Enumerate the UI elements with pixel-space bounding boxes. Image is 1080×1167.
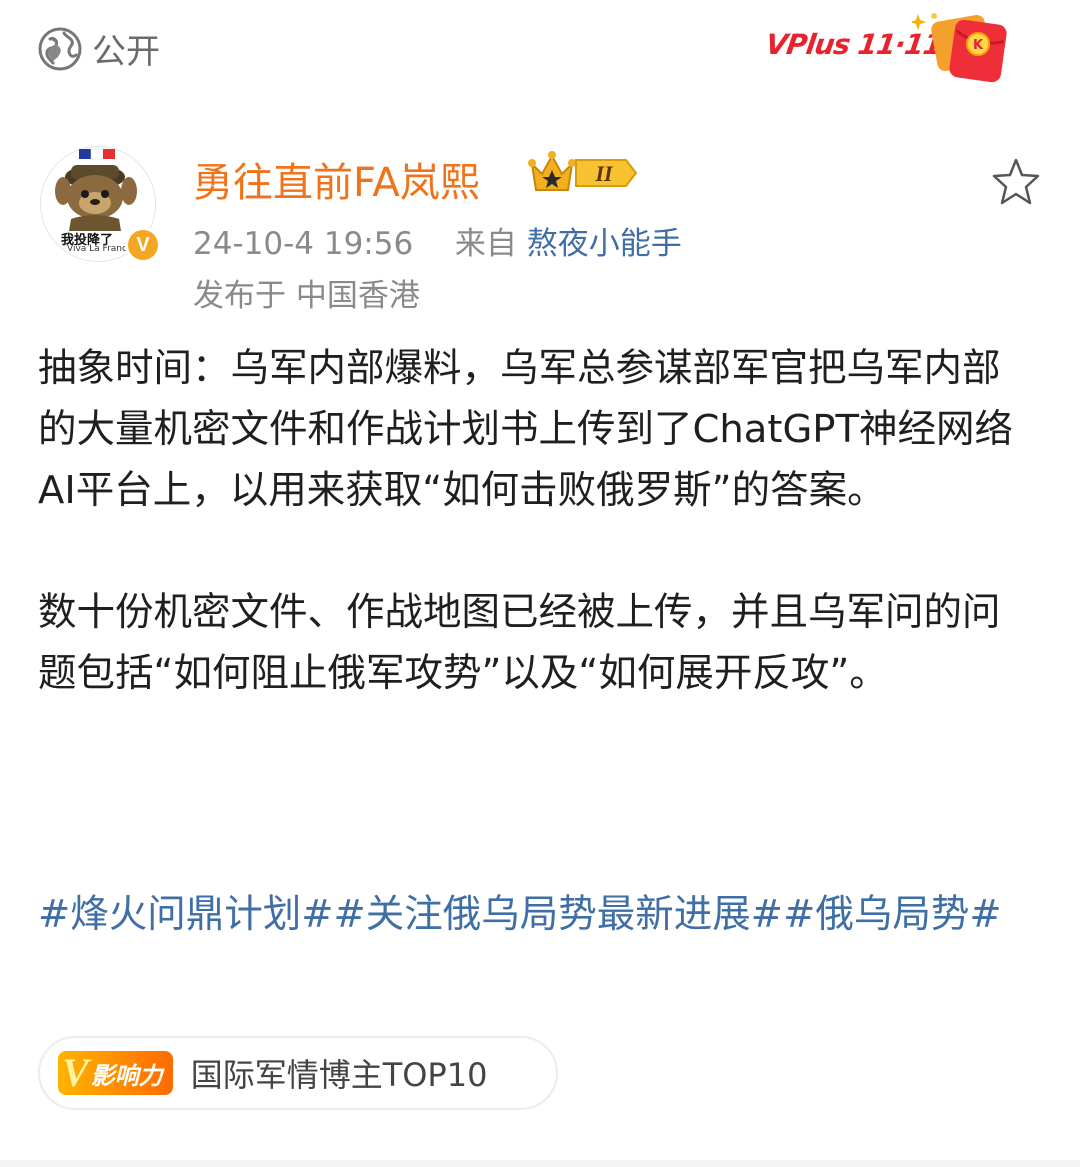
visibility-indicator[interactable]: 公开: [38, 24, 160, 73]
verified-badge-icon: V: [125, 227, 161, 263]
post-timestamp: 24-10-4 19:56: [193, 226, 414, 262]
source-app-link[interactable]: 熬夜小能手: [527, 226, 682, 262]
author-avatar[interactable]: 我投降了 Viva La France V: [40, 146, 161, 263]
bottom-divider: [0, 1160, 1080, 1167]
source-prefix: 来自: [454, 226, 517, 262]
influence-badge[interactable]: V 影响力 国际军情博主TOP10: [38, 1036, 558, 1110]
hashtag-link[interactable]: #烽火问鼎计划#: [38, 892, 334, 937]
hashtag-link[interactable]: #关注俄乌局势最新进展#: [334, 892, 784, 937]
star-outline-icon[interactable]: [990, 156, 1042, 208]
influence-rank: 国际军情博主TOP10: [190, 1056, 488, 1094]
post-paragraph: 数十份机密文件、作战地图已经被上传，并且乌军问的问题包括“如何阻止俄军攻势”以及…: [38, 590, 1001, 696]
influence-v-icon: V: [62, 1050, 89, 1095]
avatar-subcaption: Viva La France: [67, 244, 133, 254]
influence-tag-label: 影响力: [90, 1061, 163, 1090]
post-body: 抽象时间：乌军内部爆料，乌军总参谋部军官把乌军内部的大量机密文件和作战计划书上传…: [38, 338, 1038, 704]
post-paragraph: 抽象时间：乌军内部爆料，乌军总参谋部军官把乌军内部的大量机密文件和作战计划书上传…: [38, 346, 1014, 513]
top-bar: 公开 VPlus 11·11 K: [0, 0, 1080, 100]
globe-icon: [38, 27, 82, 70]
svg-text:K: K: [973, 38, 984, 53]
hashtag-list: #烽火问鼎计划##关注俄乌局势最新进展##俄乌局势#: [38, 884, 1038, 945]
crown-icon[interactable]: II: [526, 150, 640, 196]
post-meta: 24-10-4 19:56 来自 熬夜小能手: [193, 218, 682, 263]
vplus-campaign-badge[interactable]: VPlus 11·11 K: [762, 6, 1012, 86]
red-packet-icon: K: [912, 13, 1007, 83]
visibility-label: 公开: [92, 32, 160, 72]
post-location: 发布于 中国香港: [193, 278, 420, 314]
author-name[interactable]: 勇往直前FA岚熙: [193, 150, 480, 208]
hashtag-link[interactable]: #俄乌局势#: [783, 892, 1002, 937]
influence-tag: V 影响力: [58, 1051, 173, 1095]
crown-level: II: [594, 161, 614, 186]
